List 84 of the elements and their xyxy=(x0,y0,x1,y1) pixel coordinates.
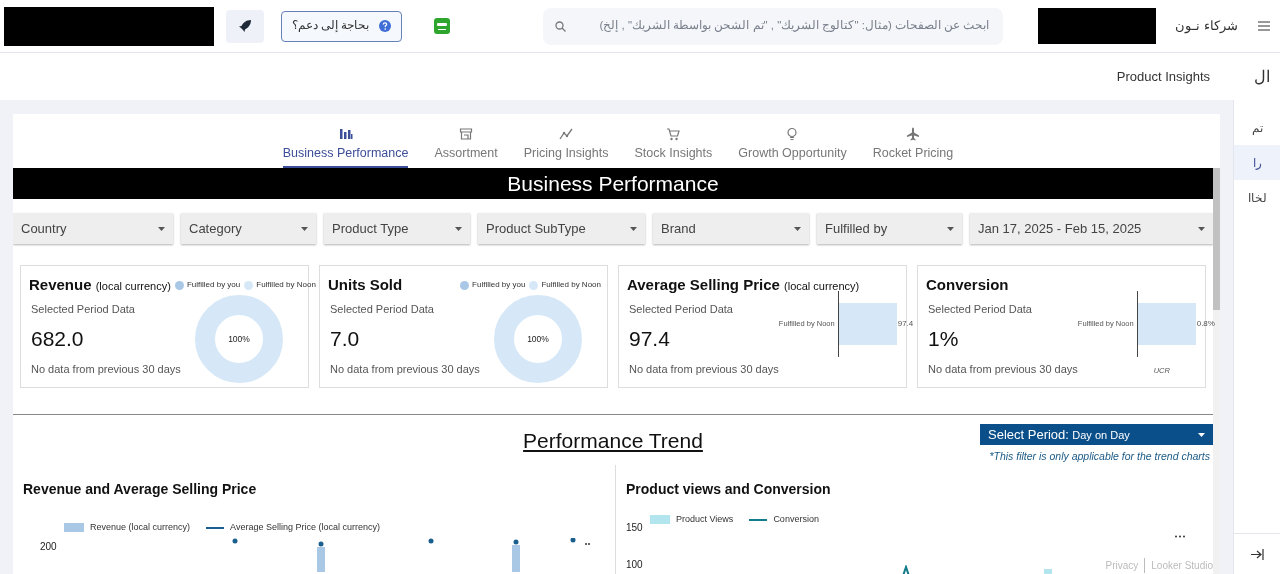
kpi-title: Revenue (local currency) xyxy=(29,275,171,295)
report-tab[interactable]: Stock Insights xyxy=(634,119,713,168)
airplane-icon xyxy=(906,127,920,142)
legend-label: Fulfilled by you xyxy=(186,279,241,292)
legend-label: Fulfilled by you xyxy=(472,279,526,292)
section-title: Performance Trend xyxy=(523,429,703,452)
report-tab[interactable]: Rocket Pricing xyxy=(872,119,954,168)
lightbulb-icon xyxy=(785,127,800,142)
legend-label: Revenue (local currency) xyxy=(90,521,191,534)
axis-tick-label: 100 xyxy=(626,557,643,572)
caret-icon xyxy=(794,226,801,231)
period-dropdown[interactable]: Select Period: Day on Day xyxy=(980,424,1213,445)
caret-icon xyxy=(630,226,637,231)
caret-icon xyxy=(947,226,954,231)
comparison-note: No data from previous 30 days xyxy=(927,361,1078,377)
filter-dropdown[interactable]: Brand xyxy=(653,213,809,244)
bar-value-label: 97.4 xyxy=(897,317,914,330)
search-icon xyxy=(555,20,567,32)
sidebar-item[interactable]: لخاا xyxy=(1234,180,1280,215)
search-box[interactable]: ابحث عن الصفحات (مثال: "كتالوج الشريك" , "تم الشحن بواسطة الشريك" , إلخ) xyxy=(543,7,1004,45)
period-label: Selected Period Data xyxy=(330,301,434,317)
caret-icon xyxy=(301,226,308,231)
axis-tick-label: 200 xyxy=(40,539,57,554)
caret-icon xyxy=(158,226,165,231)
rocket-button[interactable] xyxy=(226,9,264,43)
filter-note: *This filter is only applicable for the trend charts xyxy=(989,449,1210,464)
store-icon xyxy=(459,127,474,142)
menu-icon xyxy=(1258,21,1270,31)
caret-icon xyxy=(455,226,462,231)
comparison-note: No data from previous 30 days xyxy=(31,361,181,377)
help-icon xyxy=(379,20,392,32)
kpi-value: 97.4 xyxy=(629,326,670,352)
cart-icon xyxy=(666,127,681,142)
filter-dropdown[interactable]: Jan 17, 2025 - Feb 15, 2025 xyxy=(970,213,1213,244)
page-title: Product Insights xyxy=(1116,67,1210,86)
kpi-value: 682.0 xyxy=(31,326,84,352)
legend-label: Average Selling Price (local currency) xyxy=(230,521,380,534)
legend-label: Conversion xyxy=(773,513,819,526)
filter-dropdown[interactable]: Category xyxy=(181,213,316,244)
kpi-value: 1% xyxy=(928,326,959,352)
chart-title: Revenue and Average Selling Price xyxy=(23,480,258,499)
filter-dropdown[interactable]: Fulfilled by xyxy=(817,213,962,244)
help-button[interactable]: بحاجة إلى دعم؟ xyxy=(281,10,403,42)
section-banner-title: Business Performance xyxy=(507,170,719,197)
trend-icon xyxy=(559,127,574,142)
axis-tick-label: 150 xyxy=(626,520,643,535)
period-label: Selected Period Data xyxy=(629,301,733,317)
chart-value-label: 100% xyxy=(527,332,549,345)
bar-value-label: 0.8% xyxy=(1196,317,1215,330)
kpi-value: 7.0 xyxy=(330,326,360,352)
comparison-note: No data from previous 30 days xyxy=(628,361,779,377)
side-label: ال xyxy=(1254,66,1270,87)
kpi-title: Average Selling Price (local currency) xyxy=(627,275,860,295)
chart-title: Product views and Conversion xyxy=(626,480,832,499)
sidebar-item[interactable]: تم xyxy=(1234,110,1280,145)
kpi-title: Units Sold xyxy=(328,275,403,295)
filter-dropdown[interactable]: Product SubType xyxy=(478,213,645,244)
kpi-title: Conversion xyxy=(926,275,1009,295)
caret-icon xyxy=(1198,226,1205,231)
comparison-note: No data from previous 30 days xyxy=(330,361,480,377)
period-label: Selected Period Data xyxy=(31,301,135,317)
collapse-icon xyxy=(1250,548,1264,560)
legend-label: Product Views xyxy=(676,513,734,526)
scrollbar[interactable] xyxy=(1213,168,1220,574)
flag-icon xyxy=(434,18,451,34)
menu-button[interactable] xyxy=(1258,21,1270,31)
caret-icon xyxy=(1198,432,1205,437)
period-label: Selected Period Data xyxy=(928,301,1032,317)
brand-logo: شركاء نـون xyxy=(1175,17,1238,36)
bar-chart xyxy=(838,302,897,345)
report-tab[interactable]: Assortment xyxy=(434,119,498,168)
chart-value-label: 100% xyxy=(228,332,250,345)
bar-chart xyxy=(1137,302,1196,345)
legend-label: Fulfilled by Noon xyxy=(541,279,601,292)
report-tab[interactable]: Growth Opportunity xyxy=(738,119,847,168)
report-tab[interactable]: Pricing Insights xyxy=(523,119,609,168)
bar-chart-icon xyxy=(338,127,353,142)
sidebar-item[interactable]: را xyxy=(1234,145,1280,180)
more-icon xyxy=(1175,535,1185,538)
legend-label: Fulfilled by Noon xyxy=(256,279,316,292)
filter-dropdown[interactable]: Product Type xyxy=(324,213,470,244)
search-field[interactable]: ابحث عن الصفحات (مثال: "كتالوج الشريك" , "تم الشحن بواسطة الشريك" , إلخ) xyxy=(566,16,992,36)
rocket-icon xyxy=(238,19,252,33)
filter-dropdown[interactable]: Country xyxy=(13,213,173,244)
